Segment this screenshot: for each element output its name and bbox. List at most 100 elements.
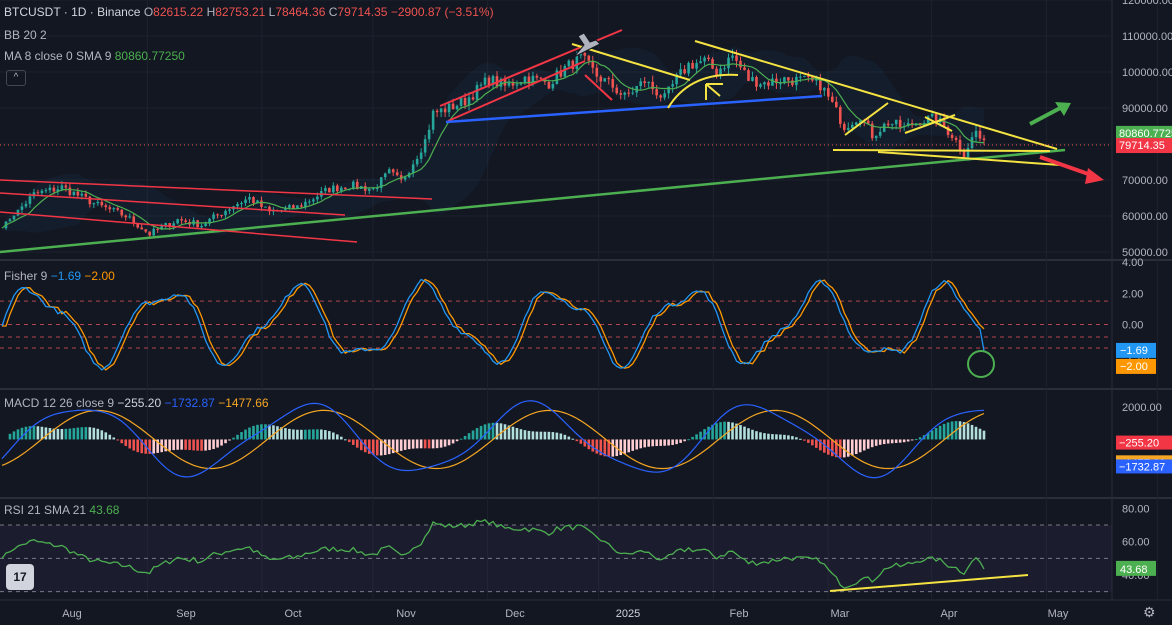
candle-body (595, 67, 599, 77)
macd-histogram-bar (787, 435, 790, 440)
macd-histogram-bar (747, 428, 750, 440)
macd-histogram-bar (974, 426, 978, 440)
fisher-highlight-circle (967, 350, 995, 378)
tradingview-logo[interactable]: 17 (6, 564, 34, 590)
collapse-legend-icon[interactable]: ^ (6, 70, 26, 86)
macd-histogram-bar (611, 439, 615, 457)
macd-histogram-bar (882, 439, 886, 445)
macd-histogram-bar (807, 439, 810, 443)
time-axis-label: Dec (505, 608, 525, 620)
macd-histogram-bar (763, 433, 766, 440)
candle-body (723, 68, 726, 70)
macd-histogram-bar (555, 432, 559, 440)
candle-body (479, 84, 483, 86)
macd-histogram-bar (276, 426, 279, 440)
settings-gear-icon[interactable]: ⚙ (1143, 604, 1156, 621)
macd-histogram-bar (771, 434, 774, 440)
macd-histogram-bar (471, 430, 475, 440)
macd-histogram-bar (743, 426, 746, 440)
macd-histogram-bar (850, 439, 854, 456)
price-tick-label: 60000.00 (1122, 211, 1168, 223)
macd-histogram-bar (858, 439, 862, 453)
macd-histogram-bar (938, 425, 942, 440)
candle-body (751, 77, 754, 81)
ma-indicator-label[interactable]: MA 8 close 0 SMA 9 80860.77250 (4, 48, 185, 64)
macd-histogram-bar (328, 431, 331, 440)
macd-histogram-bar (575, 439, 579, 442)
macd-histogram-bar (344, 439, 347, 441)
trading-chart[interactable]: 120000.00110000.00100000.0090000.0080000… (0, 0, 1172, 625)
macd-histogram-bar (324, 430, 327, 440)
macd-histogram-bar (595, 439, 599, 454)
macd-histogram-bar (775, 434, 778, 440)
macd-histogram-bar (815, 439, 818, 448)
candle-body (539, 77, 543, 79)
macd-histogram-bar (60, 428, 64, 440)
candle-body (838, 107, 842, 124)
candle-body (72, 191, 76, 195)
macd-histogram-bar (439, 439, 443, 448)
candle-body (647, 81, 650, 84)
candle-body (124, 215, 128, 218)
candle-body (631, 92, 635, 94)
macd-histogram-bar (779, 434, 782, 440)
macd-histogram-bar (563, 434, 567, 440)
fisher-legend[interactable]: Fisher 9 −1.69 −2.00 (4, 268, 115, 284)
candle-body (459, 98, 463, 106)
candle-body (92, 203, 96, 205)
ma-value: 80860.77250 (114, 49, 185, 63)
macd-histogram-bar (435, 439, 439, 449)
macd-histogram-bar (519, 429, 523, 440)
candle-body (799, 76, 802, 78)
candle-body (563, 66, 567, 77)
macd-histogram-bar (8, 433, 12, 440)
bb-indicator-label[interactable]: BB 20 2 (4, 27, 47, 43)
macd-histogram-bar (930, 430, 934, 440)
candle-body (743, 67, 746, 71)
macd-histogram-bar (914, 439, 918, 441)
macd-tag-line-text: −1732.87 (1119, 461, 1165, 473)
macd-histogram-bar (36, 426, 40, 440)
candle-body (515, 84, 519, 86)
macd-histogram-bar (204, 439, 207, 451)
price-change: −2900.87 (−3.51%) (390, 5, 494, 19)
macd-histogram-bar (296, 429, 299, 440)
macd-histogram-bar (838, 439, 842, 458)
candle-body (140, 227, 144, 230)
macd-histogram-bar (619, 439, 623, 456)
time-axis-label: Mar (831, 608, 850, 620)
candle-body (204, 223, 207, 226)
macd-histogram-bar (623, 439, 627, 454)
macd-histogram-bar (651, 439, 654, 447)
candle-body (184, 220, 187, 222)
macd-histogram-bar (88, 427, 92, 440)
time-axis-label: May (1048, 608, 1069, 620)
candle-body (212, 214, 215, 219)
macd-legend[interactable]: MACD 12 26 close 9 −255.20 −1732.87 −147… (4, 395, 269, 411)
time-axis-label: Nov (396, 608, 416, 620)
candle-body (755, 77, 758, 87)
candle-body (20, 206, 24, 210)
candle-body (599, 76, 603, 82)
candle-body (132, 216, 136, 224)
candle-body (387, 169, 391, 174)
macd-histogram-bar (643, 439, 646, 448)
candle-body (551, 84, 555, 89)
candle-body (683, 69, 686, 74)
macd-histogram-bar (755, 431, 758, 440)
macd-histogram-bar (451, 439, 455, 444)
candle-body (771, 78, 774, 86)
fisher-tick-label: 4.00 (1122, 257, 1143, 269)
macd-histogram-bar (104, 432, 108, 440)
macd-histogram-bar (715, 423, 718, 440)
rsi-legend[interactable]: RSI 21 SMA 21 43.68 (4, 502, 119, 518)
candle-body (411, 164, 415, 174)
candle-body (252, 197, 255, 204)
candle-body (152, 228, 155, 236)
candle-body (463, 98, 467, 106)
candle-body (779, 83, 782, 85)
symbol-title[interactable]: BTCUSDT · 1D · Binance (4, 5, 140, 19)
candle-body (643, 81, 646, 84)
macd-histogram-bar (16, 429, 20, 440)
candle-body (224, 210, 227, 216)
